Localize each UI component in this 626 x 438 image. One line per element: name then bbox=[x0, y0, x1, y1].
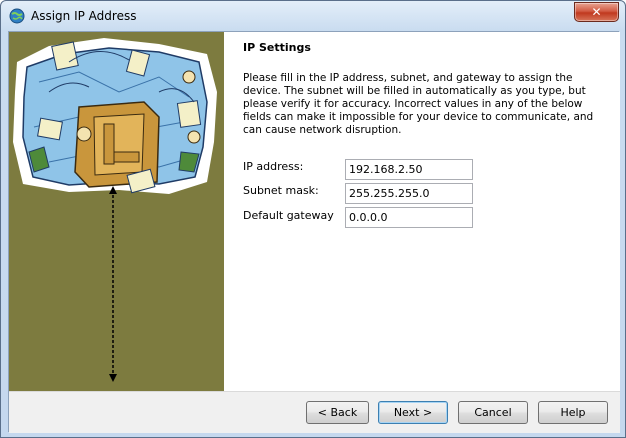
close-icon: ✕ bbox=[591, 5, 602, 19]
cancel-button[interactable]: Cancel bbox=[458, 401, 528, 424]
dialog-body: IP Settings Please fill in the IP addres… bbox=[8, 31, 620, 433]
default-gateway-label: Default gateway bbox=[243, 209, 334, 222]
network-globe-icon bbox=[9, 8, 25, 24]
close-button[interactable]: ✕ bbox=[574, 2, 619, 22]
subnet-mask-input[interactable] bbox=[345, 183, 473, 204]
wizard-button-bar: < Back Next > Cancel Help bbox=[9, 391, 620, 433]
default-gateway-input[interactable] bbox=[345, 207, 473, 228]
back-button[interactable]: < Back bbox=[306, 401, 369, 424]
help-button[interactable]: Help bbox=[538, 401, 608, 424]
title-bar[interactable]: Assign IP Address ✕ bbox=[1, 1, 625, 31]
ip-address-input[interactable] bbox=[345, 159, 473, 180]
wizard-side-panel bbox=[9, 32, 224, 391]
window-title: Assign IP Address bbox=[31, 9, 137, 23]
ip-settings-page: IP Settings Please fill in the IP addres… bbox=[224, 32, 620, 391]
page-heading: IP Settings bbox=[243, 41, 311, 54]
next-button[interactable]: Next > bbox=[378, 401, 448, 424]
ip-address-label: IP address: bbox=[243, 160, 304, 173]
network-collage-illustration bbox=[13, 38, 217, 382]
page-description: Please fill in the IP address, subnet, a… bbox=[243, 72, 594, 136]
subnet-mask-label: Subnet mask: bbox=[243, 184, 319, 197]
assign-ip-dialog: Assign IP Address ✕ IP Settings Please f… bbox=[0, 0, 626, 438]
